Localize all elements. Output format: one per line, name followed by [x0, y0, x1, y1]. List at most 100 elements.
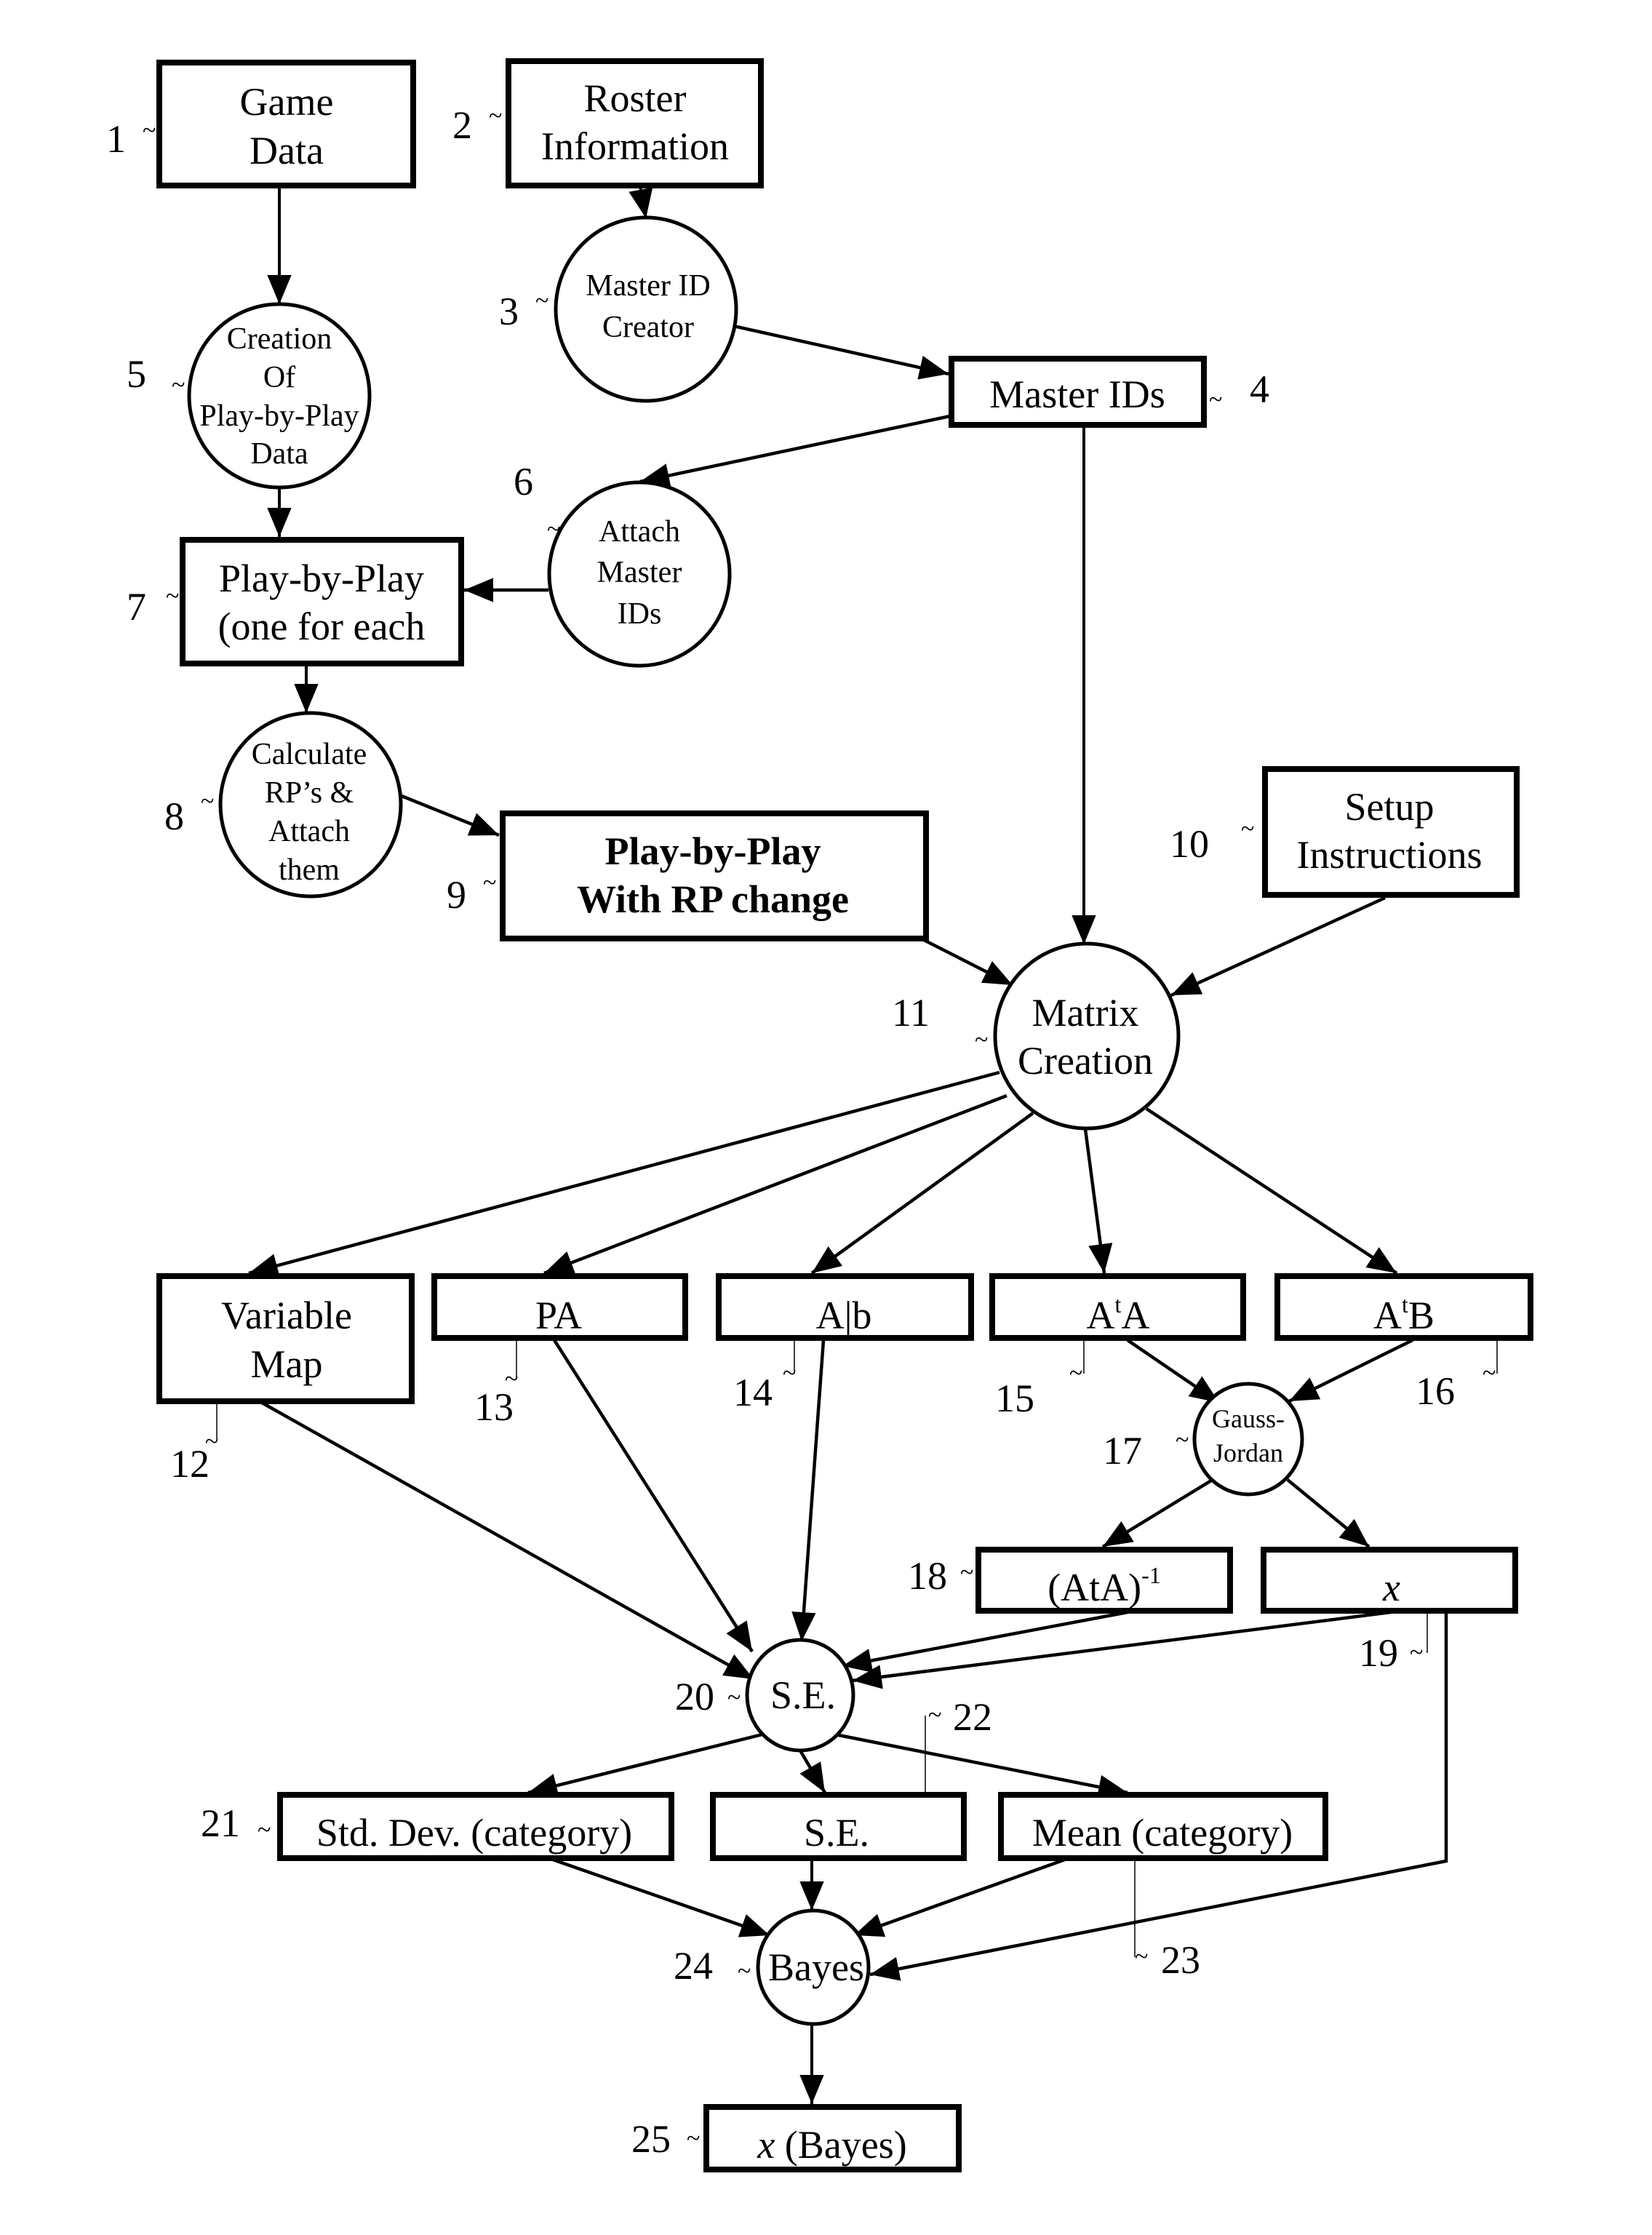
node-se-process-label: S.E.	[770, 1673, 836, 1717]
ref-11: 11	[892, 991, 930, 1035]
node-gauss-jordan[interactable]: Gauss- Jordan	[1192, 1382, 1304, 1497]
node-gauss-line1: Gauss-	[1212, 1404, 1285, 1433]
edge-12-20	[260, 1401, 755, 1681]
node-variable-map[interactable]: Variable Map	[156, 1273, 415, 1404]
ref-13: 13	[474, 1385, 514, 1429]
node-game-data-line1: Game	[240, 80, 334, 124]
node-mean-label: Mean (category)	[1032, 1811, 1293, 1854]
tilde-8: ~	[201, 788, 214, 815]
tilde-11: ~	[975, 1027, 988, 1053]
tilde-5: ~	[172, 372, 185, 399]
node-pbp-rp-line1: Play-by-Play	[605, 829, 821, 873]
node-pa[interactable]: PA	[431, 1273, 688, 1341]
node-varmap-line2: Map	[251, 1342, 323, 1386]
node-roster-line2: Information	[541, 124, 729, 168]
node-calc-line1: Calculate	[252, 738, 367, 771]
tilde-10: ~	[1241, 816, 1254, 842]
tilde-9: ~	[483, 869, 496, 896]
node-a-b[interactable]: A|b	[716, 1273, 974, 1341]
node-mean-category[interactable]: Mean (category)	[998, 1792, 1328, 1861]
tilde-14: ~	[783, 1360, 796, 1387]
node-bayes-label: Bayes	[768, 1945, 864, 1989]
node-std-dev-category[interactable]: Std. Dev. (category)	[277, 1792, 674, 1861]
node-master-ids-label: Master IDs	[989, 372, 1165, 416]
node-game-data[interactable]: Game Data	[156, 60, 416, 188]
tilde-22: ~	[928, 1702, 941, 1729]
node-pbp-line1: Play-by-Play	[219, 557, 424, 600]
ref-19: 19	[1359, 1631, 1398, 1675]
edge-20-23	[834, 1732, 1128, 1799]
edge-20-22	[799, 1749, 826, 1794]
ref-14: 14	[733, 1371, 773, 1414]
edge-21-24	[552, 1857, 770, 1937]
node-creation-pbp-line1: Creation	[227, 322, 332, 356]
node-x-bayes[interactable]: x (Bayes)	[703, 2104, 962, 2172]
edge-17-19	[1286, 1478, 1370, 1548]
edge-8-9	[401, 794, 500, 837]
ref-22: 22	[953, 1695, 992, 1739]
edge-23-24	[853, 1857, 1066, 1937]
edge-11-13	[543, 1093, 1007, 1275]
node-creation-pbp-line3: Play-by-Play	[199, 399, 359, 433]
node-matrix-line1: Matrix	[1032, 991, 1139, 1035]
node-pbp-with-rp-change[interactable]: Play-by-Play With RP change	[500, 810, 929, 941]
ref-23: 23	[1161, 1938, 1200, 1982]
ref-4: 4	[1250, 367, 1269, 411]
ref-8: 8	[164, 794, 184, 838]
ref-5: 5	[127, 352, 146, 396]
ref-25: 25	[631, 2117, 671, 2161]
node-attach-master-ids[interactable]: Attach Master IDs	[547, 480, 732, 668]
ref-3: 3	[499, 290, 519, 333]
edge-13-20	[553, 1339, 754, 1653]
edge-9-11	[922, 938, 1014, 987]
node-calc-line4: them	[279, 853, 340, 887]
node-setup-line1: Setup	[1344, 785, 1434, 829]
node-stddev-label: Std. Dev. (category)	[316, 1811, 632, 1854]
edge-18-20	[842, 1610, 1128, 1673]
ref-9: 9	[447, 873, 466, 917]
node-attach-line2: Master	[597, 556, 682, 589]
tilde-7: ~	[166, 583, 179, 610]
node-attach-line3: IDs	[618, 597, 662, 631]
tilde-2: ~	[489, 103, 502, 130]
node-roster-information[interactable]: Roster Information	[506, 58, 764, 188]
node-atb[interactable]: AtB	[1274, 1273, 1533, 1341]
tilde-1: ~	[143, 117, 156, 144]
node-game-data-line2: Data	[250, 129, 324, 172]
node-calculate-rps[interactable]: Calculate RP’s & Attach them	[218, 711, 403, 899]
ref-16: 16	[1416, 1369, 1455, 1413]
node-setup-instructions[interactable]: Setup Instructions	[1262, 766, 1520, 898]
edge-2-3	[629, 186, 653, 219]
node-ata[interactable]: AtA	[989, 1273, 1246, 1341]
edge-19-20	[852, 1610, 1392, 1689]
node-se-output-label: S.E.	[804, 1811, 869, 1854]
node-se-process[interactable]: S.E.	[745, 1638, 855, 1753]
node-setup-line2: Instructions	[1297, 833, 1483, 877]
node-bayes[interactable]: Bayes	[756, 1908, 871, 2026]
node-master-ids[interactable]: Master IDs	[949, 356, 1207, 428]
node-creation-pbp[interactable]: Creation Of Play-by-Play Data	[187, 302, 372, 490]
tilde-6: ~	[547, 516, 560, 543]
tilde-21: ~	[258, 1817, 271, 1844]
edge-14-20	[791, 1339, 826, 1642]
tilde-4: ~	[1209, 386, 1222, 413]
node-se-output[interactable]: S.E.	[710, 1792, 967, 1861]
ref-21: 21	[201, 1801, 240, 1845]
node-attach-line1: Attach	[599, 515, 680, 549]
tilde-15: ~	[1069, 1360, 1082, 1387]
ref-17: 17	[1103, 1429, 1142, 1473]
node-gauss-line2: Jordan	[1213, 1438, 1283, 1467]
edge-11-16	[1145, 1107, 1398, 1275]
node-calc-line2: RP’s &	[265, 776, 354, 810]
tilde-23: ~	[1135, 1943, 1148, 1970]
node-matrix-line2: Creation	[1018, 1039, 1153, 1083]
node-ab-label: A|b	[816, 1294, 872, 1337]
node-play-by-play[interactable]: Play-by-Play (one for each	[180, 537, 464, 666]
node-master-id-creator[interactable]: Master ID Creator	[554, 215, 738, 403]
node-ata-inverse[interactable]: (AtA)-1	[975, 1547, 1233, 1614]
edge-20-21	[527, 1732, 763, 1798]
ref-20: 20	[675, 1675, 714, 1718]
node-x[interactable]: x	[1261, 1547, 1518, 1614]
node-pa-label: PA	[535, 1294, 582, 1337]
node-matrix-creation[interactable]: Matrix Creation	[993, 941, 1181, 1131]
